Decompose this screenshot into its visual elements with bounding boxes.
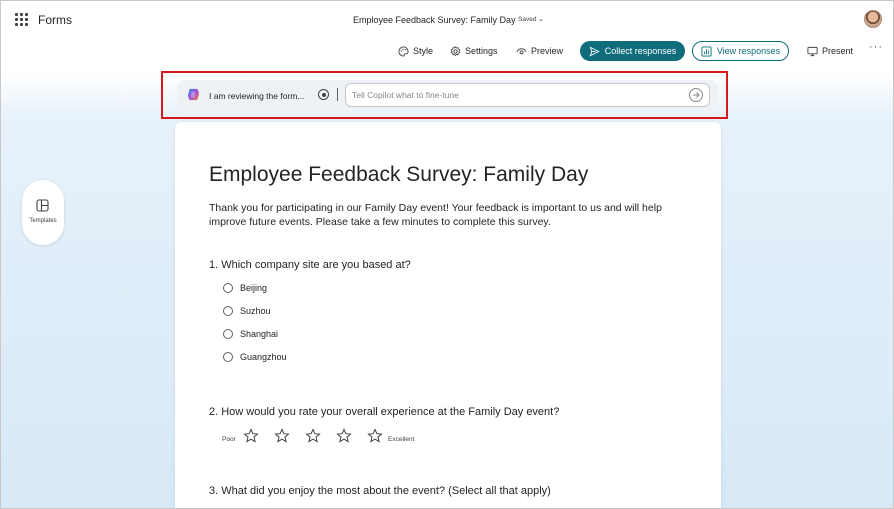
radio-button[interactable] [223,306,233,316]
style-button[interactable]: Style [398,43,433,59]
star-icon[interactable] [367,428,383,444]
option-shanghai[interactable]: Shanghai [223,328,278,340]
radio-button[interactable] [223,283,233,293]
document-title[interactable]: Employee Feedback Survey: Family Day [353,15,516,25]
option-label: Guangzhou [240,352,287,362]
radio-button[interactable] [223,352,233,362]
option-label: Shanghai [240,329,279,339]
collect-responses-label: Collect responses [604,46,677,56]
form-title[interactable]: Employee Feedback Survey: Family Day [209,163,588,187]
copilot-bar-highlight [161,71,728,119]
option-guangzhou[interactable]: Guangzhou [223,351,287,363]
present-label: Present [822,46,854,56]
gear-icon [450,45,461,56]
option-suzhou[interactable]: Suzhou [223,305,271,317]
app-window: Forms Employee Feedback Survey: Family D… [0,0,894,509]
templates-label: Templates [29,218,57,224]
more-options-icon[interactable]: ··· [869,41,883,53]
view-responses-label: View responses [716,46,781,56]
collect-responses-button[interactable]: Collect responses [580,41,685,61]
rating-low-label: Poor [222,436,236,443]
star-icon[interactable] [243,428,259,444]
templates-button[interactable]: Templates [22,180,64,245]
question-1[interactable]: 1. Which company site are you based at? [209,259,411,271]
chevron-down-icon[interactable]: ⌄ [538,15,544,23]
star-icon[interactable] [274,428,290,444]
present-icon [807,46,818,56]
chart-icon [701,45,712,57]
top-bar: Forms Employee Feedback Survey: Family D… [1,1,893,41]
preview-button[interactable]: Preview [516,43,563,59]
settings-button[interactable]: Settings [450,43,498,59]
eye-icon [516,47,527,54]
avatar[interactable] [864,10,882,28]
palette-icon [398,45,409,57]
star-icon[interactable] [336,428,352,444]
send-icon [589,45,600,57]
rating-high-label: Excellent [388,436,415,443]
present-button[interactable]: Present [807,43,853,59]
templates-icon [36,199,49,212]
preview-label: Preview [531,46,564,56]
app-name[interactable]: Forms [38,13,72,27]
option-label: Beijing [240,283,268,293]
app-launcher-icon[interactable] [15,13,28,26]
save-status[interactable]: Saved [518,16,536,23]
form-description[interactable]: Thank you for participating in our Famil… [209,201,669,229]
settings-label: Settings [465,46,498,56]
option-beijing[interactable]: Beijing [223,282,267,294]
option-label: Suzhou [240,306,271,316]
question-3[interactable]: 3. What did you enjoy the most about the… [209,485,551,497]
view-responses-button[interactable]: View responses [692,41,789,61]
star-icon[interactable] [305,428,321,444]
question-2[interactable]: 2. How would you rate your overall exper… [209,406,559,418]
radio-button[interactable] [223,329,233,339]
style-label: Style [413,46,434,56]
